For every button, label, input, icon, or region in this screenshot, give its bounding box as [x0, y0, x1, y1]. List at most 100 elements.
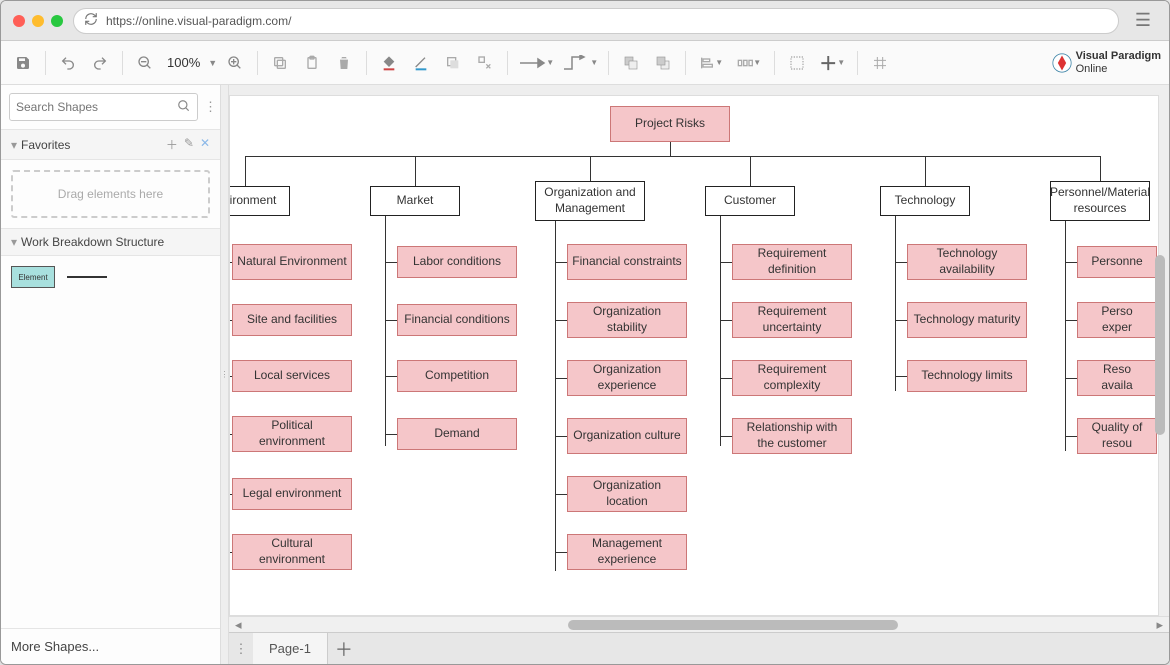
minimize-icon[interactable]: [32, 15, 44, 27]
leaf[interactable]: Organization stability: [567, 302, 687, 338]
palette-element-shape[interactable]: Element: [11, 266, 55, 288]
leaf[interactable]: Demand: [397, 418, 517, 450]
add-page-button[interactable]: ＋: [328, 636, 360, 662]
separator: [774, 51, 775, 75]
leaf[interactable]: Requirement complexity: [732, 360, 852, 396]
leaf[interactable]: Requirement uncertainty: [732, 302, 852, 338]
menu-icon[interactable]: ☰: [1129, 9, 1157, 33]
favorites-label: Favorites: [21, 138, 70, 152]
search-icon[interactable]: [177, 99, 191, 116]
align-button[interactable]: ▼: [694, 49, 728, 77]
scrollbar-thumb[interactable]: [568, 620, 898, 630]
leaf[interactable]: Technology availability: [907, 244, 1027, 280]
zoom-in-button[interactable]: [221, 49, 249, 77]
shadow-button[interactable]: [439, 49, 467, 77]
zoom-level[interactable]: 100%: [163, 55, 204, 70]
wbs-section[interactable]: ▾ Work Breakdown Structure: [1, 228, 220, 256]
main-area: ⋮ ▾ Favorites ＋ ✎ ✕ Drag elements here ▾…: [1, 85, 1169, 664]
leaf[interactable]: Site and facilities: [232, 304, 352, 336]
node-customer[interactable]: Customer: [705, 186, 795, 216]
node-market[interactable]: Market: [370, 186, 460, 216]
edit-favorite-icon[interactable]: ✎: [184, 136, 194, 153]
zoom-dropdown-icon[interactable]: ▼: [208, 58, 217, 68]
toolbar: 100% ▼ ▼ ▼ ▼ ▼ ＋▼ Visual ParadigmOnline: [1, 41, 1169, 85]
copy-button[interactable]: [266, 49, 294, 77]
node-root[interactable]: Project Risks: [610, 106, 730, 142]
add-favorite-icon[interactable]: ＋: [166, 136, 178, 153]
paste-button[interactable]: [298, 49, 326, 77]
maximize-icon[interactable]: [51, 15, 63, 27]
search-field[interactable]: [16, 100, 171, 114]
leaf[interactable]: Personne: [1077, 246, 1157, 278]
select-mode-button[interactable]: [783, 49, 811, 77]
leaf[interactable]: Requirement definition: [732, 244, 852, 280]
add-button[interactable]: ＋▼: [815, 49, 849, 77]
leaf[interactable]: Organization culture: [567, 418, 687, 454]
to-front-button[interactable]: [617, 49, 645, 77]
redo-button[interactable]: [86, 49, 114, 77]
leaf[interactable]: Quality of resou: [1077, 418, 1157, 454]
leaf[interactable]: Perso exper: [1077, 302, 1157, 338]
undo-button[interactable]: [54, 49, 82, 77]
waypoint-button[interactable]: ▼: [560, 49, 600, 77]
fill-color-button[interactable]: [375, 49, 403, 77]
tab-page-1[interactable]: Page-1: [253, 633, 328, 665]
leaf[interactable]: Organization experience: [567, 360, 687, 396]
sidebar-collapse-handle[interactable]: ⋮: [221, 85, 229, 664]
to-back-button[interactable]: [649, 49, 677, 77]
leaf[interactable]: Technology maturity: [907, 302, 1027, 338]
leaf[interactable]: Cultural environment: [232, 534, 352, 570]
leaf[interactable]: Technology limits: [907, 360, 1027, 392]
delete-button[interactable]: [330, 49, 358, 77]
leaf[interactable]: Relationship with the customer: [732, 418, 852, 454]
leaf[interactable]: Legal environment: [232, 478, 352, 510]
scroll-right-icon[interactable]: ▸: [1150, 617, 1169, 633]
canvas-area: Project Risks vironment Market Organi: [229, 85, 1169, 664]
leaf[interactable]: Management experience: [567, 534, 687, 570]
search-input[interactable]: [9, 93, 198, 121]
leaf[interactable]: Financial conditions: [397, 304, 517, 336]
connection-button[interactable]: ▼: [516, 49, 556, 77]
leaf[interactable]: Competition: [397, 360, 517, 392]
leaf[interactable]: Financial constraints: [567, 244, 687, 280]
node-org-mgmt[interactable]: Organization and Management: [535, 181, 645, 221]
save-button[interactable]: [9, 49, 37, 77]
more-icon[interactable]: ⋮: [204, 99, 217, 115]
separator: [857, 51, 858, 75]
favorites-section[interactable]: ▾ Favorites ＋ ✎ ✕: [1, 129, 220, 160]
app-window: https://online.visual-paradigm.com/ ☰ 10…: [0, 0, 1170, 665]
distribute-button[interactable]: ▼: [732, 49, 766, 77]
separator: [366, 51, 367, 75]
grid-button[interactable]: [866, 49, 894, 77]
brand-line1: Visual Paradigm: [1076, 50, 1161, 62]
leaf[interactable]: Reso availa: [1077, 360, 1157, 396]
tab-drag-handle[interactable]: ⋮: [229, 633, 253, 665]
scrollbar-thumb[interactable]: [1155, 255, 1165, 435]
leaf[interactable]: Local services: [232, 360, 352, 392]
reload-icon[interactable]: [84, 12, 98, 29]
url-bar[interactable]: https://online.visual-paradigm.com/: [73, 8, 1119, 34]
palette-connector[interactable]: [67, 276, 107, 278]
node-personnel[interactable]: Personnel/Material resources: [1050, 181, 1150, 221]
titlebar: https://online.visual-paradigm.com/ ☰: [1, 1, 1169, 41]
node-environment[interactable]: vironment: [229, 186, 290, 216]
leaf[interactable]: Natural Environment: [232, 244, 352, 280]
canvas[interactable]: Project Risks vironment Market Organi: [229, 95, 1159, 616]
more-shapes-button[interactable]: More Shapes...: [1, 628, 220, 664]
leaf[interactable]: Political environment: [232, 416, 352, 452]
vertical-scrollbar[interactable]: [1153, 95, 1167, 618]
page-tabs: ⋮ Page-1 ＋: [229, 632, 1169, 664]
style-button[interactable]: [471, 49, 499, 77]
scroll-left-icon[interactable]: ◂: [229, 617, 248, 633]
separator: [257, 51, 258, 75]
leaf[interactable]: Labor conditions: [397, 246, 517, 278]
node-technology[interactable]: Technology: [880, 186, 970, 216]
zoom-out-button[interactable]: [131, 49, 159, 77]
close-favorite-icon[interactable]: ✕: [200, 136, 210, 153]
line-color-button[interactable]: [407, 49, 435, 77]
close-icon[interactable]: [13, 15, 25, 27]
favorites-dropzone[interactable]: Drag elements here: [11, 170, 210, 218]
separator: [45, 51, 46, 75]
horizontal-scrollbar[interactable]: ◂ ▸: [229, 616, 1169, 632]
leaf[interactable]: Organization location: [567, 476, 687, 512]
